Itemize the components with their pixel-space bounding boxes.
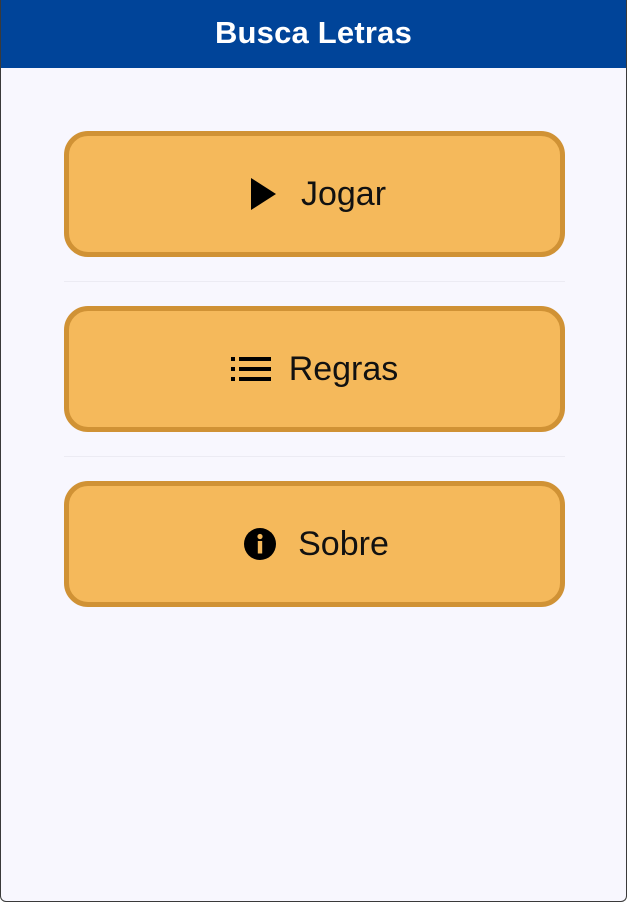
app-bar: Busca Letras xyxy=(1,0,626,68)
rules-button[interactable]: Regras xyxy=(64,306,565,432)
play-button[interactable]: Jogar xyxy=(64,131,565,257)
play-icon xyxy=(243,174,283,214)
about-button[interactable]: Sobre xyxy=(64,481,565,607)
main-menu: Jogar Regras Sobre xyxy=(64,131,565,607)
rules-button-label: Regras xyxy=(288,350,399,388)
info-icon xyxy=(240,524,280,564)
menu-divider xyxy=(64,432,565,481)
menu-divider xyxy=(64,257,565,306)
play-button-label: Jogar xyxy=(300,175,387,213)
about-button-label: Sobre xyxy=(298,525,389,563)
app-title: Busca Letras xyxy=(214,15,413,50)
app-window: Busca Letras Jogar Regras Sobre xyxy=(0,0,627,902)
list-icon xyxy=(230,349,271,389)
